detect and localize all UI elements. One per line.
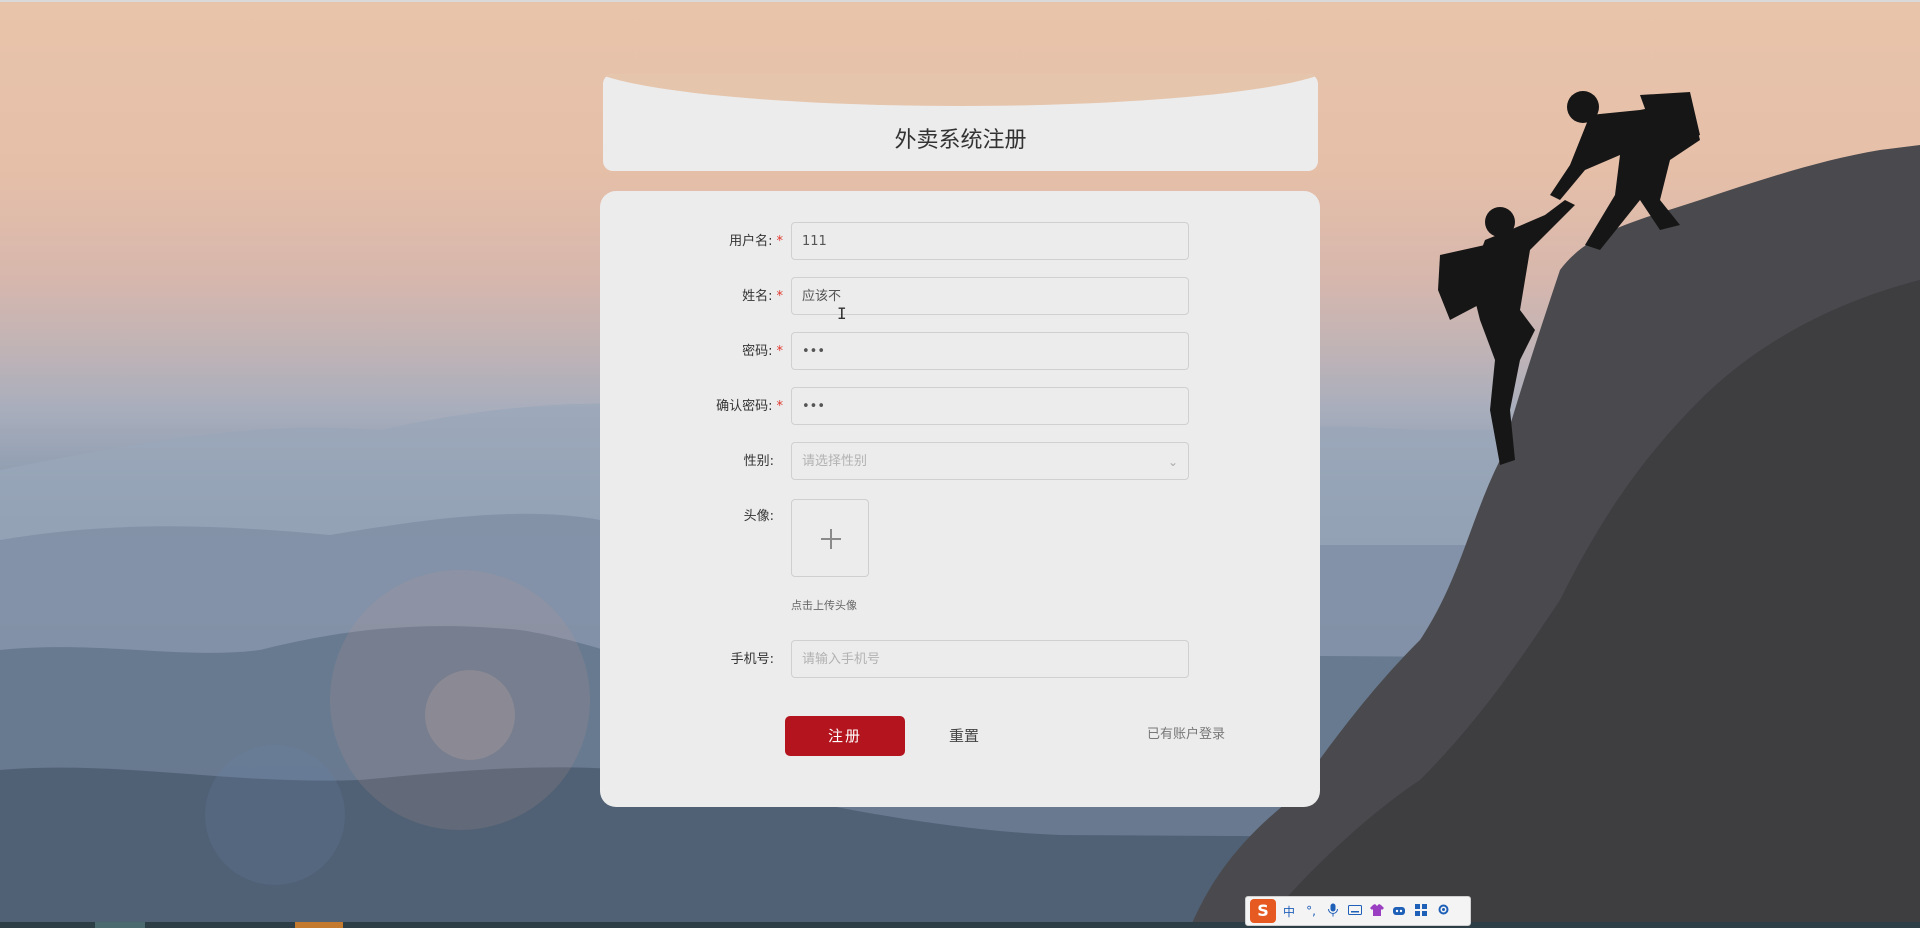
phone-label: 手机号: (730, 652, 774, 667)
username-label: 用户名: * (729, 234, 784, 249)
username-input[interactable]: 111 (791, 222, 1189, 260)
page-title: 外卖系统注册 (894, 128, 1027, 153)
username-row: 用户名: * 111 (600, 222, 1320, 262)
chevron-down-icon: ⌄ (1167, 455, 1178, 469)
ime-logo-icon[interactable]: S (1250, 899, 1276, 923)
title-card: 外卖系统注册 (603, 74, 1318, 171)
required-mark: * (776, 289, 784, 304)
skin-icon[interactable] (1368, 903, 1386, 919)
password-label: 密码: * (742, 344, 784, 359)
avatar-label: 头像: (743, 509, 774, 524)
gender-select[interactable]: 请选择性别 ⌄ (791, 442, 1189, 480)
mic-icon[interactable] (1324, 903, 1342, 920)
required-mark: * (776, 399, 784, 414)
plus-icon-vertical (830, 529, 832, 549)
phone-row: 手机号: 请输入手机号 (600, 640, 1320, 680)
password-row: 密码: * ••• (600, 332, 1320, 372)
avatar-upload-hint: 点击上传头像 (791, 599, 857, 612)
confirm-password-label: 确认密码: * (716, 399, 784, 414)
title-card-curve (603, 74, 1318, 106)
top-border (0, 0, 1920, 2)
phone-placeholder: 请输入手机号 (802, 652, 881, 667)
password-input[interactable]: ••• (791, 332, 1189, 370)
confirm-password-row: 确认密码: * ••• (600, 387, 1320, 427)
register-button[interactable]: 注册 (785, 716, 905, 756)
taskbar-item-active[interactable] (295, 922, 343, 928)
phone-input[interactable]: 请输入手机号 (791, 640, 1189, 678)
register-form: 用户名: * 111 姓名: * 应该不 密码: * ••• 确认密码: * ••• 性… (600, 191, 1320, 807)
required-mark: * (776, 344, 784, 359)
settings-gear-icon[interactable] (1434, 903, 1452, 919)
assistant-icon[interactable] (1390, 904, 1408, 919)
name-row: 姓名: * 应该不 (600, 277, 1320, 317)
ime-toolbar[interactable]: S 中 °, (1245, 896, 1471, 926)
reset-button[interactable]: 重置 (949, 716, 979, 756)
apps-grid-icon[interactable] (1412, 903, 1430, 919)
confirm-password-input[interactable]: ••• (791, 387, 1189, 425)
taskbar (0, 922, 1920, 928)
name-input[interactable]: 应该不 (791, 277, 1189, 315)
avatar-row: 头像: (600, 497, 1320, 537)
ime-punctuation[interactable]: °, (1302, 904, 1320, 918)
login-link[interactable]: 已有账户登录 (1147, 715, 1225, 755)
gender-placeholder: 请选择性别 (802, 454, 868, 469)
ime-mode[interactable]: 中 (1280, 903, 1298, 920)
name-label: 姓名: * (742, 289, 784, 304)
avatar-upload-button[interactable] (791, 499, 869, 577)
gender-row: 性别: 请选择性别 ⌄ (600, 442, 1320, 482)
required-mark: * (776, 234, 784, 249)
keyboard-icon[interactable] (1346, 904, 1364, 918)
text-cursor-icon: I (837, 304, 847, 323)
taskbar-item[interactable] (95, 922, 145, 928)
gender-label: 性别: (743, 454, 774, 469)
